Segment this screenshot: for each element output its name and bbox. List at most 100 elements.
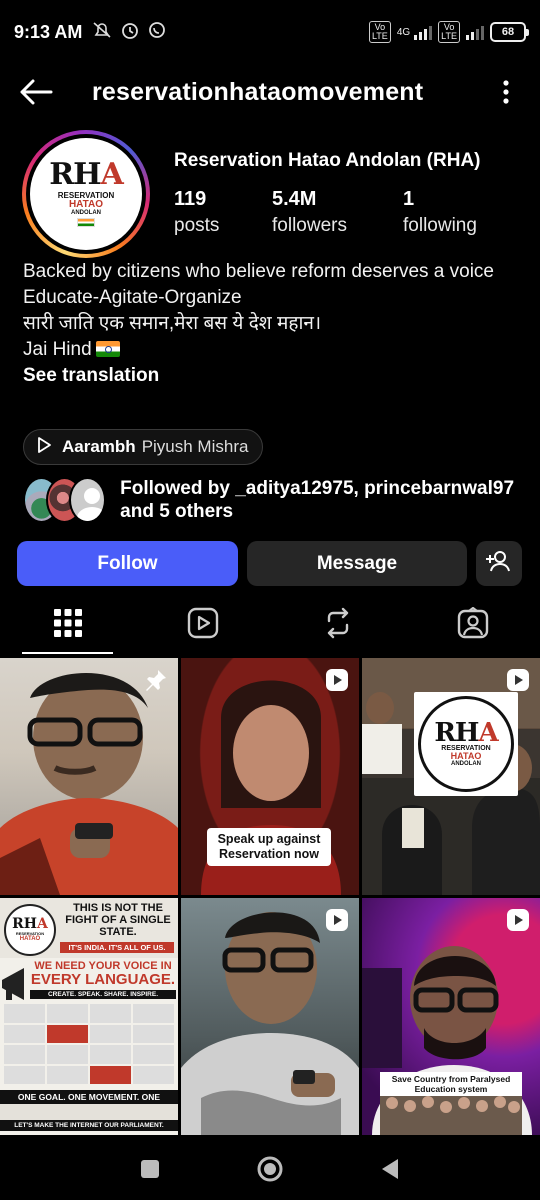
back-triangle-icon	[382, 1159, 398, 1179]
see-translation-link[interactable]: See translation	[23, 363, 523, 389]
logo-line3: ANDOLAN	[71, 210, 101, 216]
logo-line2: HATAO	[450, 751, 482, 761]
bio-line: सारी जाति एक समान,मेरा बस ये देश महान।	[23, 313, 322, 334]
grid-icon	[53, 608, 82, 642]
stat-value: 119	[174, 188, 207, 210]
profile-stats: 119 posts 5.4M followers 1 following	[174, 188, 477, 237]
follower-avatar	[69, 477, 107, 523]
logo-rha-text: RHA	[12, 916, 48, 932]
bio-line: Backed by citizens who believe reform de…	[23, 261, 495, 282]
post-thumbnail[interactable]: Save Country from Paralysed Education sy…	[362, 898, 540, 1135]
post-thumbnail[interactable]: RHA RESERVATION HATAO THIS IS NOT THE FI…	[0, 898, 178, 1135]
india-flag-icon	[77, 218, 95, 227]
logo-line2: HATAO	[68, 199, 104, 210]
bio: Backed by citizens who believe reform de…	[23, 259, 523, 389]
recent-apps-button[interactable]	[130, 1149, 170, 1189]
followed-by-text: Followed by _aditya12975, princebarnwal9…	[120, 478, 515, 522]
tab-grid[interactable]	[0, 596, 135, 654]
poster-tag: IT'S INDIA. IT'S ALL OF US.	[60, 942, 174, 953]
profile-music-pill[interactable]: Aarambh Piyush Mishra	[23, 429, 264, 465]
stat-posts[interactable]: 119 posts	[174, 188, 272, 237]
tab-reposts[interactable]	[270, 596, 405, 654]
logo-rha-text: RHA	[49, 157, 124, 192]
reel-icon	[325, 668, 349, 692]
repost-icon	[323, 607, 353, 644]
whatsapp-icon	[148, 21, 166, 44]
reels-icon	[187, 607, 219, 644]
alarm-icon	[120, 20, 140, 45]
mutual-followers[interactable]: Followed by _aditya12975, princebarnwal9…	[23, 475, 523, 525]
profile-header: reservationhataomovement	[0, 64, 540, 120]
rha-logo: RHA RESERVATION HATAO ANDOLAN	[30, 138, 142, 250]
volte-icon: Vo LTE	[368, 21, 391, 43]
status-time: 9:13 AM	[14, 21, 83, 42]
reel-icon	[506, 908, 530, 932]
add-user-icon	[486, 549, 512, 579]
music-artist: Piyush Mishra	[141, 437, 249, 456]
network-gen-label: 4G	[396, 26, 411, 38]
post-thumbnail[interactable]: RHA RESERVATION HATAO ANDOLAN	[362, 658, 540, 895]
stat-label: following	[403, 215, 477, 236]
bio-line: Jai Hind	[23, 339, 92, 360]
home-button[interactable]	[250, 1149, 290, 1189]
posts-grid: Speak up against Reservation now RHA RES…	[0, 658, 540, 1136]
poster-headline: THIS IS NOT THE FIGHT OF A SINGLE STATE.	[65, 902, 171, 938]
music-title: Aarambh	[62, 437, 136, 456]
stat-following[interactable]: 1 following	[403, 188, 477, 237]
back-button[interactable]	[370, 1149, 410, 1189]
logo-rha-text: RHA	[434, 718, 498, 748]
add-user-button[interactable]	[476, 541, 522, 586]
poster-bottom: LET'S MAKE THE INTERNET OUR PARLIAMENT.	[0, 1120, 178, 1131]
notification-icons	[92, 20, 166, 45]
signal-icon	[414, 24, 433, 40]
logo-line2: HATAO	[19, 936, 41, 942]
tab-tagged[interactable]	[405, 596, 540, 654]
stat-label: followers	[272, 215, 347, 236]
post-thumbnail[interactable]: Speak up against Reservation now	[181, 658, 359, 895]
rha-logo-overlay: RHA RESERVATION HATAO ANDOLAN	[414, 692, 518, 796]
stat-label: posts	[174, 215, 220, 236]
back-arrow-icon[interactable]	[6, 64, 66, 120]
battery-icon: 68	[490, 22, 529, 42]
square-icon	[141, 1160, 159, 1178]
post-caption: Save Country from Paralysed Education sy…	[380, 1072, 522, 1096]
home-circle-icon	[257, 1156, 283, 1182]
post-thumbnail[interactable]	[181, 898, 359, 1135]
post-thumbnail[interactable]	[0, 658, 178, 895]
play-icon	[36, 436, 52, 459]
display-name: Reservation Hatao Andolan (RHA)	[174, 150, 481, 171]
post-image	[0, 673, 178, 895]
india-flag-icon	[95, 341, 120, 357]
follow-button[interactable]: Follow	[17, 541, 238, 586]
more-vertical-icon[interactable]	[486, 64, 526, 120]
mute-icon	[92, 21, 112, 44]
stat-value: 1	[403, 188, 415, 210]
post-image	[181, 912, 359, 1135]
bio-line: Educate-Agitate-Organize	[23, 287, 242, 308]
logo-line3: ANDOLAN	[451, 761, 481, 767]
message-button[interactable]: Message	[247, 541, 467, 586]
reel-icon	[325, 908, 349, 932]
rha-logo: RHA RESERVATION HATAO	[4, 904, 56, 956]
stat-value: 5.4M	[272, 188, 317, 210]
stat-followers[interactable]: 5.4M followers	[272, 188, 403, 237]
tagged-icon	[457, 606, 489, 644]
bio-line-jai-hind: Jai Hind	[23, 337, 523, 363]
signal-icon	[466, 24, 484, 40]
status-bar: 9:13 AM Vo LTE 4G Vo LTE 68	[0, 0, 540, 64]
megaphone-icon	[2, 968, 24, 1000]
volte-icon: Vo LTE	[438, 21, 460, 43]
status-right: Vo LTE 4G Vo LTE 68	[368, 21, 529, 43]
profile-tabs	[0, 596, 540, 654]
reel-icon	[506, 668, 530, 692]
tab-reels[interactable]	[135, 596, 270, 654]
poster-language-grid	[4, 1004, 174, 1084]
system-nav-bar	[0, 1138, 540, 1200]
pinned-icon	[144, 668, 168, 692]
poster-sub: CREATE. SPEAK. SHARE. INSPIRE.	[30, 990, 176, 999]
username-title: reservationhataomovement	[92, 77, 424, 106]
poster-heading2: EVERY LANGUAGE.	[30, 971, 176, 988]
avatar[interactable]: RHA RESERVATION HATAO ANDOLAN	[22, 130, 150, 258]
post-image	[362, 946, 532, 1135]
post-caption: Speak up against Reservation now	[207, 828, 331, 866]
